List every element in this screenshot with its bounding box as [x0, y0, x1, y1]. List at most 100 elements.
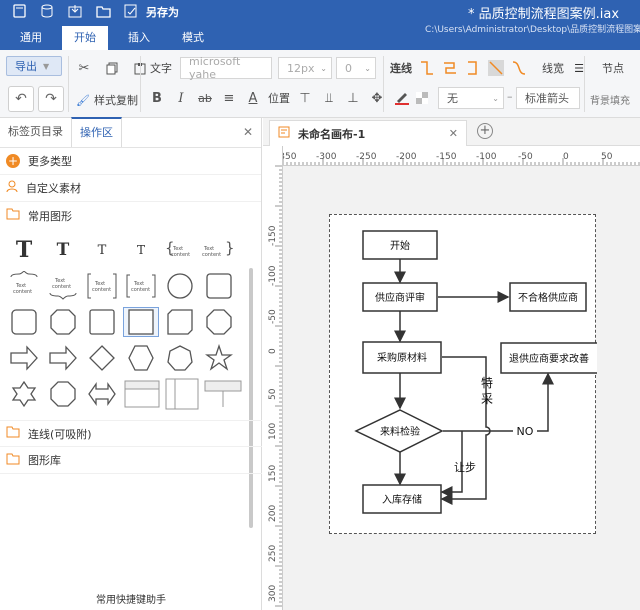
text-medium-shape[interactable]: T — [45, 235, 81, 265]
octagon-rounded-shape[interactable] — [45, 307, 81, 337]
custom-material-label: 自定义素材 — [26, 182, 81, 195]
brace-right-text-shape[interactable]: Text content} — [201, 235, 237, 265]
node-inspection-label: 来料检验 — [380, 425, 420, 438]
export-button[interactable]: 导出 ▼ — [6, 56, 62, 76]
common-shapes-row[interactable]: 常用图形 — [0, 202, 261, 229]
chevron-arrow-shape[interactable] — [45, 343, 81, 373]
table-shape[interactable] — [123, 379, 161, 409]
edge-label-special: 特 — [481, 375, 493, 390]
user-icon — [6, 180, 18, 196]
swimlane-shape[interactable] — [165, 378, 199, 410]
cut-icon[interactable]: ✂ — [76, 60, 92, 76]
bold-button[interactable]: B — [148, 91, 166, 106]
tab-bookmarks[interactable]: 标签页目录 — [0, 117, 71, 147]
custom-material-row[interactable]: 自定义素材 — [0, 175, 261, 202]
ruler-left-label: -100 — [268, 265, 278, 286]
font-family-select[interactable]: microsoft yahe — [180, 55, 272, 81]
straight-connector-icon[interactable] — [488, 60, 504, 76]
folder-open-icon[interactable] — [94, 3, 112, 19]
arrow-right-shape[interactable] — [6, 343, 42, 373]
undo-button[interactable]: ↶ — [8, 86, 34, 112]
cut-corner-shape[interactable] — [162, 307, 198, 337]
align-top-icon[interactable]: ⊤ — [296, 91, 314, 106]
square-selected-shape[interactable] — [123, 307, 159, 337]
shortcut-helper-link[interactable]: 常用快捷键助手 — [0, 591, 262, 606]
flowchart: 开始 供应商评审 不合格供应商 采购原材料 退供应商要求改善 来料检验 入库存储… — [354, 230, 599, 514]
strikethrough-button[interactable]: ab — [196, 92, 214, 105]
canvas-page[interactable]: 开始 供应商评审 不合格供应商 采购原材料 退供应商要求改善 来料检验 入库存储… — [329, 214, 599, 534]
brace-top-text-shape[interactable]: Text content — [6, 271, 42, 301]
line-color-icon[interactable] — [394, 90, 410, 106]
align-bottom-icon[interactable]: ⫫ — [320, 91, 338, 106]
menu-tab-general[interactable]: 通用 — [8, 26, 54, 50]
font-size-value: 12px — [287, 61, 315, 75]
connector-row-label: 连线(可吸附) — [28, 427, 92, 441]
six-point-star-shape[interactable] — [6, 379, 42, 409]
add-tab-icon[interactable]: + — [477, 123, 493, 139]
node-purchase-label: 采购原材料 — [377, 351, 427, 364]
octagon-shape[interactable] — [201, 307, 237, 337]
document-title: * 品质控制流程图案例.iax — [468, 7, 620, 22]
ruler-left-label: 150 — [268, 465, 278, 482]
shape-library-row[interactable]: 图形库 — [0, 447, 262, 474]
hexagon-shape[interactable] — [123, 343, 159, 373]
circle-shape[interactable] — [162, 271, 198, 301]
canvas-area[interactable]: -350 -300 -250 -200 -150 -100 -50 0 50 -… — [263, 146, 640, 610]
new-file-icon[interactable] — [10, 3, 28, 19]
orthogonal-connector-icon[interactable] — [442, 60, 458, 76]
panel-scrollbar[interactable] — [249, 268, 253, 528]
text-large-shape[interactable]: T — [6, 235, 42, 265]
import-icon[interactable] — [66, 3, 84, 19]
square-shape[interactable] — [84, 307, 120, 337]
brace-bottom-text-shape[interactable]: Text content — [45, 271, 81, 301]
close-icon[interactable]: ✕ — [243, 125, 253, 139]
common-shapes-label: 常用图形 — [28, 209, 72, 223]
redo-icon: ↷ — [45, 91, 57, 107]
italic-button[interactable]: I — [172, 91, 190, 106]
bracket-connector-icon[interactable] — [465, 60, 481, 76]
style-copy-button[interactable]: 🖌 样式复制 — [76, 92, 138, 108]
elbow-connector-icon[interactable] — [419, 60, 435, 76]
octagon-large-shape[interactable] — [45, 379, 81, 409]
bracket-box-text-shape[interactable]: Text content — [123, 271, 159, 301]
letter-spacing-select[interactable]: 0 ⌄ — [336, 57, 376, 79]
diamond-shape[interactable] — [84, 343, 120, 373]
document-tab[interactable]: 未命名画布-1 ✕ — [269, 120, 467, 146]
rounded-square-shape[interactable] — [6, 307, 42, 337]
container-shape[interactable] — [203, 379, 243, 409]
curve-connector-icon[interactable] — [511, 60, 527, 76]
menu-tab-start[interactable]: 开始 — [62, 26, 108, 50]
database-icon[interactable] — [38, 3, 56, 19]
redo-button[interactable]: ↷ — [38, 86, 64, 112]
fill-pattern-icon[interactable] — [414, 90, 430, 106]
edge-label-special-2: 采 — [481, 392, 493, 406]
distribute-icon[interactable]: ⊥ — [344, 91, 362, 106]
double-arrow-shape[interactable] — [84, 379, 120, 409]
connector-no-return[interactable] — [443, 372, 554, 432]
close-icon[interactable]: ✕ — [449, 127, 458, 140]
text-small-shape[interactable]: T — [84, 235, 120, 265]
menu-tab-insert[interactable]: 插入 — [116, 26, 162, 50]
tab-operations[interactable]: 操作区 — [71, 117, 122, 147]
bracket-text-shape[interactable]: Text content — [84, 271, 120, 301]
arrow-style-select[interactable]: 标准箭头 — [516, 87, 580, 109]
brace-left-text-shape[interactable]: {Text content — [162, 235, 198, 265]
align-icon[interactable]: ≡ — [220, 91, 238, 106]
background-fill-label[interactable]: 背景填充 — [590, 92, 630, 107]
font-color-button[interactable]: A — [244, 91, 262, 106]
position-label[interactable]: 位置 — [268, 90, 290, 106]
save-as-button[interactable]: 另存为 — [146, 4, 179, 20]
star-shape[interactable] — [201, 343, 237, 373]
save-icon[interactable] — [122, 3, 140, 19]
copy-icon[interactable] — [104, 60, 120, 76]
connector-row[interactable]: 连线(可吸附) — [0, 420, 262, 447]
rounded-rect-shape[interactable] — [201, 271, 237, 301]
fill-select[interactable]: 无 ⌄ — [438, 87, 504, 109]
more-types-row[interactable]: + 更多类型 — [0, 148, 261, 175]
heptagon-shape[interactable] — [162, 343, 198, 373]
text-tiny-shape[interactable]: T — [123, 235, 159, 265]
font-size-select[interactable]: 12px ⌄ — [278, 57, 332, 79]
ruler-left: -150 -100 -50 0 50 100 150 200 250 300 — [263, 146, 283, 610]
menu-tab-mode[interactable]: 模式 — [170, 26, 216, 50]
title-bar: 另存为 * 品质控制流程图案例.iax C:\Users\Administrat… — [0, 0, 640, 50]
